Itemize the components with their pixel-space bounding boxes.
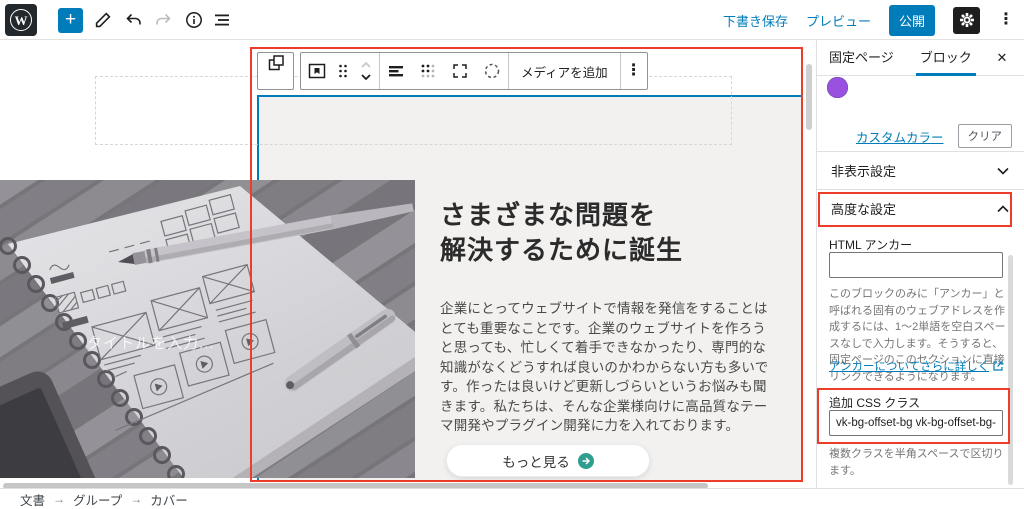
breadcrumb-group[interactable]: グループ [73, 490, 122, 509]
wordpress-logo[interactable]: W [5, 4, 37, 36]
external-link-icon [993, 361, 1003, 371]
sidebar-tabs: 固定ページ ブロック ✕ [817, 40, 1024, 76]
panel-advanced-settings[interactable]: 高度な設定 [817, 190, 1024, 227]
add-media-button[interactable]: メディアを追加 [509, 53, 620, 89]
tab-block[interactable]: ブロック [920, 40, 972, 76]
cover-image[interactable] [0, 180, 415, 478]
block-inserter-button[interactable]: + [58, 8, 83, 33]
anchor-learn-more-link[interactable]: アンカーについてさらに詳しく [829, 358, 1003, 374]
undo-icon[interactable] [124, 10, 144, 30]
select-parent-block-button[interactable] [257, 52, 294, 90]
save-draft-button[interactable]: 下書き保存 [723, 11, 788, 30]
chevron-up-icon [996, 204, 1010, 214]
custom-color-link[interactable]: カスタムカラー [856, 127, 944, 146]
content-position-button[interactable] [412, 53, 444, 89]
overlapping-squares-icon [266, 53, 286, 73]
align-bars-icon [386, 61, 406, 81]
cover-title-placeholder[interactable]: タイトルを入力... [87, 332, 215, 353]
drag-handle[interactable] [333, 53, 353, 89]
cover-block-icon [307, 61, 327, 81]
cover-heading-line1: さまざまな問題を [440, 198, 683, 233]
clear-color-button[interactable]: クリア [958, 124, 1013, 148]
cover-heading-line2: 解決するために誕生 [440, 233, 683, 268]
color-palette [827, 77, 1019, 117]
content-align-button[interactable] [380, 53, 412, 89]
chevron-up-icon [359, 59, 373, 71]
anchor-learn-more-label: アンカーについてさらに詳しく [829, 358, 989, 374]
chevron-down-icon [359, 71, 373, 83]
breadcrumb-document[interactable]: 文書 [20, 490, 45, 509]
editor-canvas: タイトルを入力... さまざまな問題を 解決するために誕生 企業にとってウェブサ… [0, 40, 816, 488]
html-anchor-label: HTML アンカー [829, 236, 912, 253]
duotone-filter-button[interactable] [476, 53, 508, 89]
advanced-settings-label: 高度な設定 [831, 199, 896, 218]
position-grid-icon [418, 61, 438, 81]
cover-paragraph[interactable]: 企業にとってウェブサイトで情報を発信をすることはとても重要なことです。企業のウェ… [440, 299, 772, 436]
sidebar-scrollbar[interactable] [1008, 255, 1013, 485]
publish-button[interactable]: 公開 [889, 5, 935, 36]
css-class-input[interactable] [829, 410, 1003, 436]
html-anchor-input[interactable] [829, 252, 1003, 278]
gear-icon [959, 12, 975, 28]
edit-pencil-icon[interactable] [93, 10, 113, 30]
breadcrumb-cover[interactable]: カバー [150, 490, 188, 509]
wireframe-notebook-photo [0, 180, 415, 478]
more-button-label: もっと見る [502, 451, 570, 471]
info-icon[interactable] [184, 10, 204, 30]
dashed-circle-icon [482, 61, 502, 81]
hidden-settings-label: 非表示設定 [831, 161, 896, 180]
close-sidebar-button[interactable]: ✕ [992, 48, 1012, 68]
wordpress-block-editor: W + 下書き保存 プレビュー 公開 [0, 0, 1024, 509]
custom-color-row: カスタムカラー クリア [856, 124, 1012, 148]
block-toolbar: メディアを追加 ⋮ [300, 52, 648, 90]
drag-dots-icon [337, 63, 349, 79]
css-class-label: 追加 CSS クラス [829, 394, 920, 411]
block-mover[interactable] [353, 53, 379, 89]
panel-hidden-settings[interactable]: 非表示設定 [817, 152, 1024, 189]
cover-block-type-button[interactable] [301, 53, 333, 89]
css-class-help-text: 複数クラスを半角スペースで区切ります。 [829, 446, 1013, 479]
wordpress-logo-icon: W [10, 9, 32, 31]
preview-button[interactable]: プレビュー [806, 11, 871, 30]
topbar-actions: 下書き保存 プレビュー 公開 ⋮ [723, 0, 1014, 40]
breadcrumb-arrow: → [53, 492, 65, 506]
canvas-vertical-scrollbar[interactable] [806, 64, 812, 130]
arrow-right-circle-icon [578, 453, 594, 469]
editor-topbar: W + 下書き保存 プレビュー 公開 [0, 0, 1024, 40]
full-height-brackets-icon [450, 61, 470, 81]
cover-heading[interactable]: さまざまな問題を 解決するために誕生 [440, 198, 683, 268]
list-view-icon[interactable] [212, 10, 232, 30]
color-swatch[interactable] [827, 77, 848, 98]
breadcrumb: 文書 → グループ → カバー [0, 488, 1024, 509]
options-menu-button[interactable]: ⋮ [998, 12, 1014, 28]
full-height-button[interactable] [444, 53, 476, 89]
settings-gear-button[interactable] [953, 7, 980, 34]
redo-icon[interactable] [153, 10, 173, 30]
block-options-button[interactable]: ⋮ [621, 53, 647, 89]
breadcrumb-arrow: → [130, 492, 142, 506]
more-button[interactable]: もっと見る [446, 444, 650, 477]
tab-page[interactable]: 固定ページ [829, 40, 894, 76]
chevron-down-icon [996, 166, 1010, 176]
settings-sidebar: 固定ページ ブロック ✕ .swatch{width:21px !importa… [816, 40, 1024, 488]
